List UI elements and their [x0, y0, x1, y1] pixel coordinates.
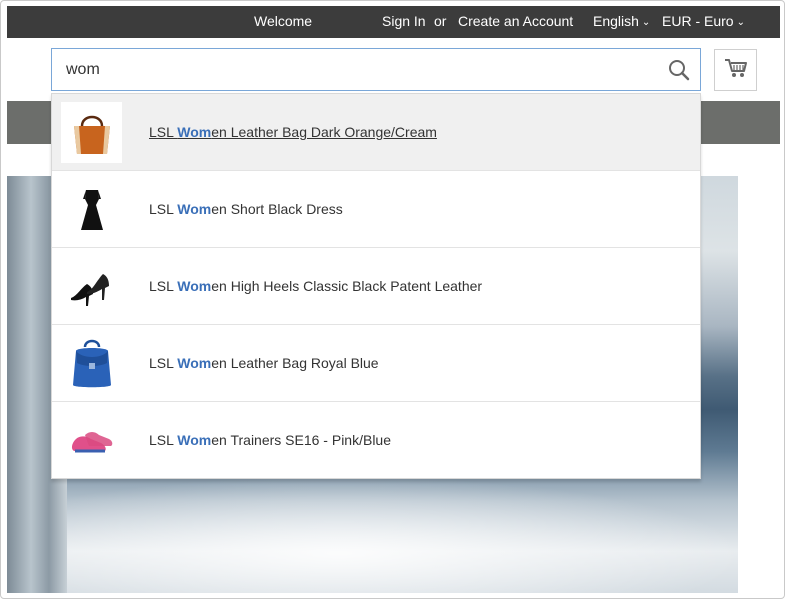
language-label: English [593, 13, 639, 29]
currency-switcher[interactable]: EUR - Euro ⌄ [662, 13, 745, 29]
welcome-message: Welcome [254, 13, 313, 29]
blue-backpack-image [61, 333, 122, 394]
pink-trainers-image [61, 410, 122, 471]
suggestion-item[interactable]: LSL Women Leather Bag Dark Orange/Cream [52, 94, 700, 171]
sea-foam-image [67, 476, 738, 593]
search-box [51, 48, 701, 91]
chevron-down-icon: ⌄ [736, 17, 745, 28]
suggestion-item[interactable]: LSL Women Trainers SE16 - Pink/Blue [52, 402, 700, 479]
or-text: or [434, 13, 447, 29]
suggestion-label: LSL Women Leather Bag Dark Orange/Cream [149, 124, 437, 140]
search-autocomplete-dropdown: LSL Women Leather Bag Dark Orange/Cream … [51, 93, 701, 479]
cart-button[interactable] [714, 49, 757, 91]
suggestion-label: LSL Women Leather Bag Royal Blue [149, 355, 379, 371]
cart-icon [724, 57, 748, 84]
header-top-bar: Welcome Sign In or Create an Account Eng… [7, 6, 780, 38]
black-dress-image [61, 179, 122, 240]
suggestion-label: LSL Women Trainers SE16 - Pink/Blue [149, 432, 392, 448]
currency-label: EUR - Euro [662, 13, 734, 29]
chevron-down-icon: ⌄ [641, 17, 651, 28]
suggestion-label: LSL Women High Heels Classic Black Paten… [149, 278, 483, 294]
suggestion-item[interactable]: LSL Women Leather Bag Royal Blue [52, 325, 700, 402]
black-heels-image [61, 256, 122, 317]
orange-leather-bag-image [61, 102, 122, 163]
create-account-link[interactable]: Create an Account [458, 13, 573, 29]
sign-in-link[interactable]: Sign In [382, 13, 426, 29]
search-input[interactable] [66, 59, 646, 81]
suggestion-label: LSL Women Short Black Dress [149, 201, 343, 217]
suggestion-item[interactable]: LSL Women High Heels Classic Black Paten… [52, 248, 700, 325]
suggestion-item[interactable]: LSL Women Short Black Dress [52, 171, 700, 248]
search-icon[interactable] [668, 59, 690, 86]
language-switcher[interactable]: English ⌄ [593, 13, 650, 29]
